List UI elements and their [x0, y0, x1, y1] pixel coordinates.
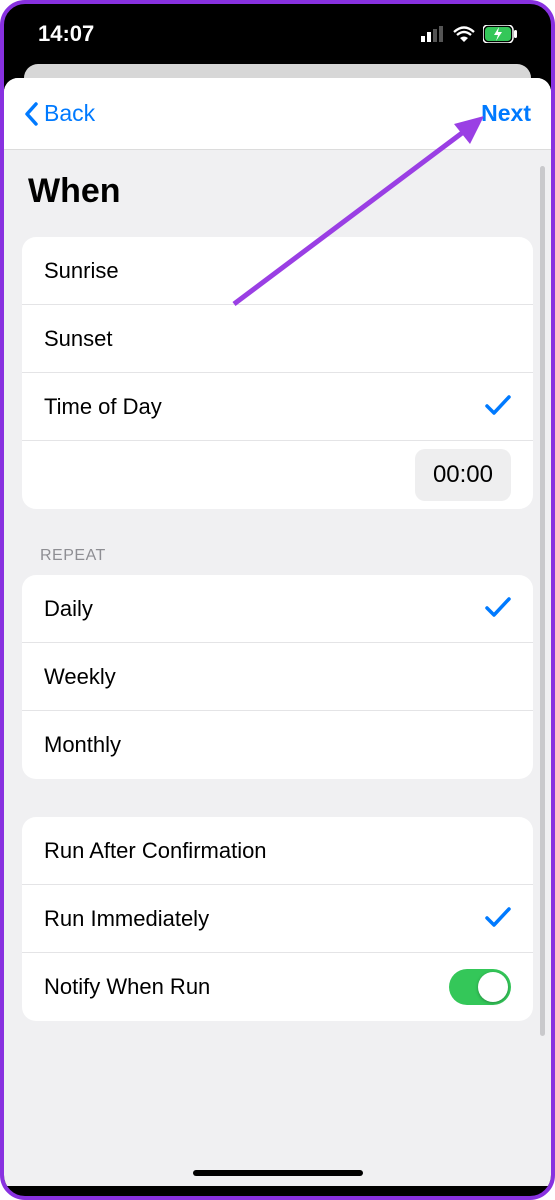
next-button[interactable]: Next: [481, 100, 531, 127]
checkmark-icon: [485, 391, 511, 423]
signal-icon: [421, 26, 445, 42]
chevron-left-icon: [24, 102, 38, 126]
row-label: Run After Confirmation: [44, 838, 267, 864]
status-bar: 14:07: [4, 4, 551, 64]
time-picker[interactable]: 00:00: [415, 449, 511, 501]
modal-sheet: Back Next When Sunrise Sunset Time of Da…: [4, 78, 551, 1186]
nav-bar: Back Next: [4, 78, 551, 150]
back-label: Back: [44, 100, 95, 127]
checkmark-icon: [485, 903, 511, 935]
repeat-option-daily[interactable]: Daily: [22, 575, 533, 643]
time-picker-row: 00:00: [22, 441, 533, 509]
repeat-section-header: REPEAT: [4, 547, 551, 575]
option-run-after-confirmation[interactable]: Run After Confirmation: [22, 817, 533, 885]
row-label: Monthly: [44, 732, 121, 758]
when-group: Sunrise Sunset Time of Day 00:00: [22, 237, 533, 509]
repeat-group: Daily Weekly Monthly: [22, 575, 533, 779]
content-area: When Sunrise Sunset Time of Day 00:00: [4, 150, 551, 1051]
row-label: Notify When Run: [44, 974, 210, 1000]
row-label: Run Immediately: [44, 906, 209, 932]
checkmark-icon: [485, 593, 511, 625]
scroll-indicator[interactable]: [540, 166, 545, 1036]
wifi-icon: [453, 26, 475, 42]
home-indicator[interactable]: [193, 1170, 363, 1176]
when-option-time-of-day[interactable]: Time of Day: [22, 373, 533, 441]
when-option-sunrise[interactable]: Sunrise: [22, 237, 533, 305]
option-notify-when-run: Notify When Run: [22, 953, 533, 1021]
repeat-option-monthly[interactable]: Monthly: [22, 711, 533, 779]
row-label: Sunrise: [44, 258, 119, 284]
row-label: Sunset: [44, 326, 113, 352]
repeat-option-weekly[interactable]: Weekly: [22, 643, 533, 711]
notify-toggle[interactable]: [449, 969, 511, 1005]
row-label: Weekly: [44, 664, 116, 690]
options-group: Run After Confirmation Run Immediately N…: [22, 817, 533, 1021]
page-title: When: [4, 150, 551, 237]
row-label: Time of Day: [44, 394, 162, 420]
option-run-immediately[interactable]: Run Immediately: [22, 885, 533, 953]
device-frame: 14:07: [0, 0, 555, 1200]
toggle-knob: [478, 972, 508, 1002]
when-option-sunset[interactable]: Sunset: [22, 305, 533, 373]
battery-charging-icon: [483, 25, 517, 43]
status-icons: [421, 25, 517, 43]
status-time: 14:07: [38, 21, 94, 47]
back-button[interactable]: Back: [24, 100, 95, 127]
row-label: Daily: [44, 596, 93, 622]
